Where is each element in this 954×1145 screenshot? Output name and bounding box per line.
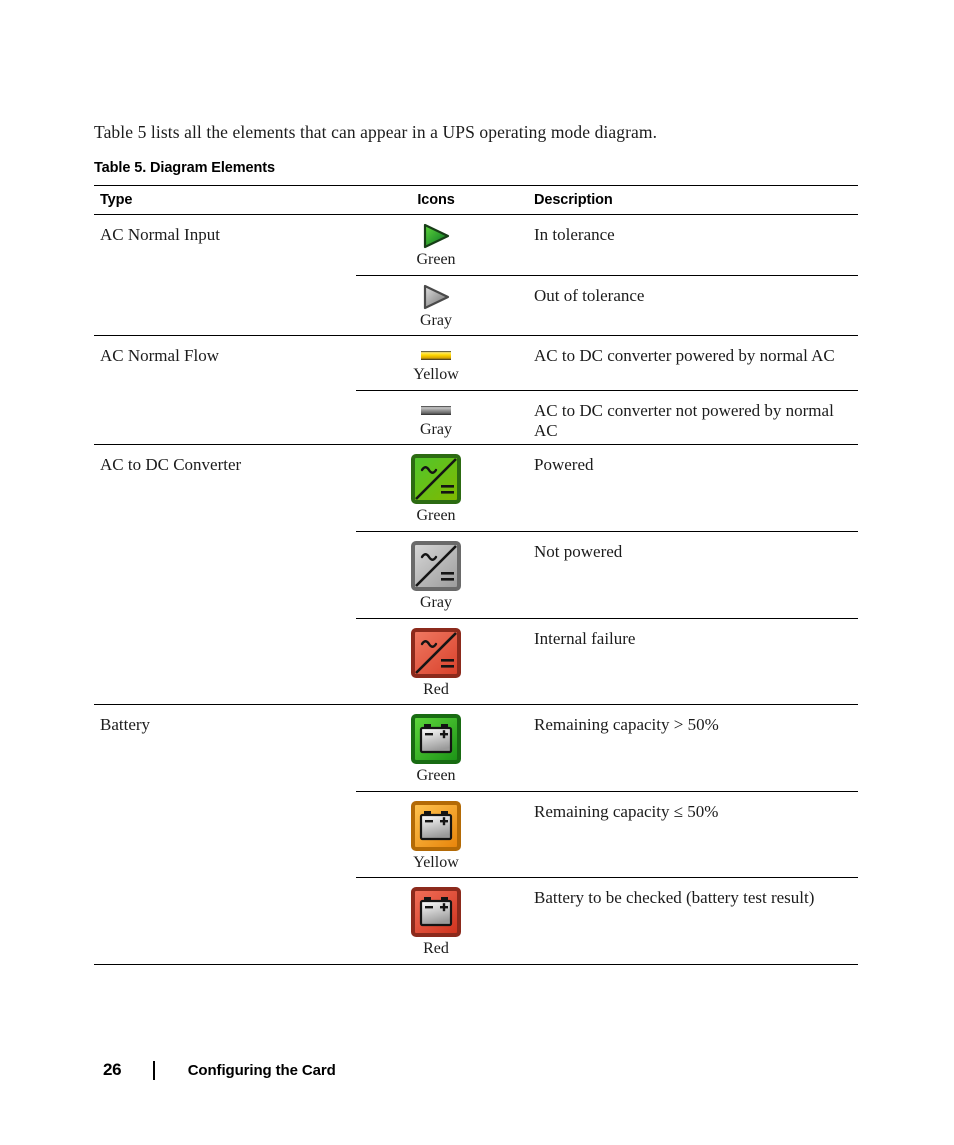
flow-bar-yellow-icon: [356, 344, 516, 364]
group-separator: [94, 963, 858, 965]
battery-red-icon: [356, 886, 516, 938]
cell-type: Battery: [100, 715, 151, 735]
table-row: AC Normal Input Green In tolerance: [94, 215, 858, 275]
cell-type: [94, 878, 356, 964]
table-row: Red Battery to be checked (battery test r…: [94, 878, 858, 964]
table-group: AC Normal Input Green In tolerance Gray Out …: [94, 215, 858, 335]
table-row: Red Internal failure: [94, 619, 858, 705]
footer-section-title: Configuring the Card: [187, 1061, 336, 1079]
table-row: Battery Green Remaining capacity > 50%: [94, 705, 858, 791]
cell-description: Remaining capacity > 50%: [534, 715, 719, 735]
column-header-type: Type: [100, 192, 133, 208]
icon-color-label: Yellow: [413, 366, 459, 384]
cell-description: Not powered: [534, 541, 623, 561]
cell-description: Out of tolerance: [534, 285, 645, 305]
converter-red-icon: [356, 627, 516, 679]
table-row: Gray Out of tolerance: [94, 276, 858, 336]
table-group: AC Normal Flow Yellow AC to DC converter p…: [94, 336, 858, 444]
cell-description: In tolerance: [534, 225, 615, 244]
cell-type: AC to DC Converter: [100, 455, 242, 475]
table-body: AC Normal Input Green In tolerance Gray Out …: [94, 215, 858, 965]
footer-page-number: 26: [103, 1060, 122, 1079]
cell-type: AC Normal Flow: [100, 346, 219, 366]
table-group: AC to DC Converter Green Powered Gray Not po…: [94, 445, 858, 704]
cell-description: Powered: [534, 455, 594, 475]
cell-description: AC to DC converter not powered by normal…: [534, 400, 834, 440]
arrow-right-green-icon: [356, 223, 516, 249]
cell-icon: Gray: [356, 276, 516, 336]
battery-green-icon: [356, 713, 516, 765]
cell-icon: Gray: [356, 391, 516, 445]
flow-bar-gray-icon: [356, 399, 516, 419]
cell-icon: Green: [356, 445, 516, 531]
arrow-right-gray-icon: [356, 284, 516, 310]
cell-description: AC to DC converter powered by normal AC: [534, 346, 835, 366]
page-footer: 26 Configuring the Card: [103, 1060, 336, 1080]
column-header-description: Description: [534, 192, 613, 208]
column-header-icons: Icons: [417, 192, 455, 208]
cell-icon: Gray: [356, 532, 516, 618]
icon-color-label: Green: [416, 251, 456, 268]
table-header-row: Type Icons Description: [94, 186, 858, 214]
cell-icon: Green: [356, 705, 516, 791]
table-group: Battery Green Remaining capacity > 50% Yell…: [94, 705, 858, 964]
icon-color-label: Green: [416, 507, 456, 525]
cell-icon: Green: [356, 215, 516, 275]
cell-type: [94, 532, 356, 618]
cell-icon: Red: [356, 878, 516, 964]
icon-color-label: Green: [416, 767, 456, 785]
footer-separator: [153, 1060, 155, 1080]
cell-description: Battery to be checked (battery test resu…: [534, 888, 815, 908]
icon-color-label: Gray: [420, 593, 452, 611]
cell-type: [94, 619, 356, 705]
converter-gray-icon: [356, 540, 516, 592]
converter-green-icon: [356, 453, 516, 505]
document-page: Table 5 lists all the elements that can …: [0, 0, 954, 1145]
table-caption: Table 5. Diagram Elements: [94, 160, 275, 176]
cell-description: Internal failure: [534, 628, 636, 648]
table-row: AC Normal Flow Yellow AC to DC converter p…: [94, 336, 858, 390]
cell-icon: Yellow: [356, 792, 516, 878]
table-row: Gray AC to DC converter not powered by no…: [94, 391, 858, 445]
intro-paragraph: Table 5 lists all the elements that can …: [94, 122, 658, 142]
icon-color-label: Red: [423, 680, 449, 698]
cell-icon: Red: [356, 619, 516, 705]
cell-type: [94, 792, 356, 878]
icon-color-label: Gray: [420, 311, 452, 329]
cell-type: [94, 391, 356, 445]
cell-type: AC Normal Input: [100, 225, 220, 244]
cell-description: Remaining capacity ≤ 50%: [534, 801, 719, 821]
table-row: Yellow Remaining capacity ≤ 50%: [94, 792, 858, 878]
diagram-elements-table: Type Icons Description AC Normal Input Gr…: [94, 185, 858, 965]
icon-color-label: Gray: [420, 420, 452, 438]
icon-color-label: Yellow: [413, 853, 459, 871]
table-row: Gray Not powered: [94, 532, 858, 618]
icon-color-label: Red: [423, 940, 449, 958]
cell-type: [94, 276, 356, 336]
cell-icon: Yellow: [356, 336, 516, 390]
table-row: AC to DC Converter Green Powered: [94, 445, 858, 531]
battery-yellow-icon: [356, 800, 516, 852]
